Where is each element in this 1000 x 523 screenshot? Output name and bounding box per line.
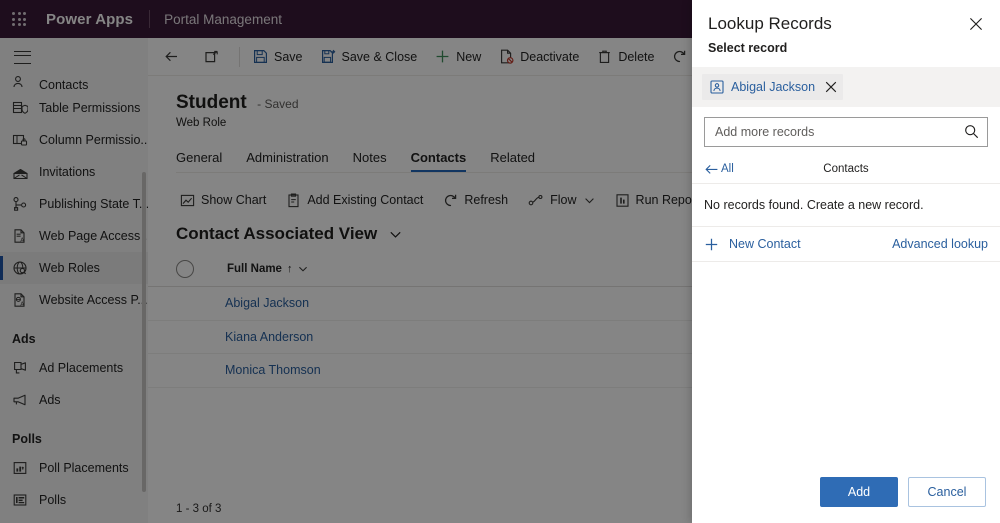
- contact-record-icon: [710, 80, 724, 94]
- back-arrow-icon: [704, 163, 719, 176]
- close-icon[interactable]: [962, 10, 990, 38]
- power-apps-window: Power Apps Portal Management Contacts Ta…: [0, 0, 1000, 523]
- lookup-records-panel: Lookup Records Select record Abigal Jack…: [692, 0, 1000, 523]
- panel-spacer: [692, 262, 1000, 477]
- modal-overlay[interactable]: [0, 0, 692, 523]
- lookup-subheader: All Contacts: [692, 155, 1000, 184]
- lookup-search: [704, 117, 988, 147]
- back-link-label: All: [721, 163, 734, 175]
- cancel-button[interactable]: Cancel: [908, 477, 986, 507]
- selected-records-area: Abigal Jackson: [692, 67, 1000, 107]
- add-button[interactable]: Add: [820, 477, 898, 507]
- remove-chip-icon[interactable]: [825, 81, 837, 93]
- panel-footer: Add Cancel: [692, 477, 1000, 523]
- panel-subtitle: Select record: [708, 41, 788, 55]
- chip-label: Abigal Jackson: [731, 80, 816, 94]
- advanced-lookup-link[interactable]: Advanced lookup: [892, 237, 988, 251]
- selected-record-chip[interactable]: Abigal Jackson: [702, 74, 844, 100]
- search-icon[interactable]: [963, 123, 980, 140]
- plus-icon: [704, 237, 719, 252]
- back-to-all-link[interactable]: All: [704, 163, 734, 176]
- panel-title: Lookup Records: [708, 14, 832, 33]
- lookup-actions: New Contact Advanced lookup: [692, 227, 1000, 262]
- lookup-entity-title: Contacts: [823, 163, 869, 175]
- search-input[interactable]: [704, 117, 988, 147]
- new-contact-label: New Contact: [729, 237, 801, 251]
- empty-state-message: No records found. Create a new record.: [692, 184, 1000, 227]
- panel-header: Lookup Records Select record: [692, 0, 1000, 55]
- new-contact-button[interactable]: New Contact: [704, 237, 801, 252]
